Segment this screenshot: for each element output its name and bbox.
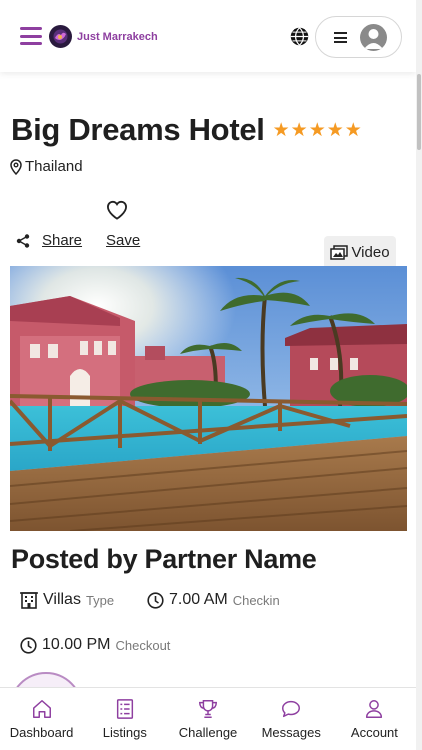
checkout-value: 10.00 PM <box>42 636 111 653</box>
star-icon: ★ <box>272 119 290 141</box>
home-icon <box>32 700 51 718</box>
type-info: Villas Type <box>20 591 114 609</box>
nav-account[interactable]: Account <box>333 688 416 750</box>
share-label: Share <box>42 232 83 249</box>
location-text: Thailand <box>25 158 83 175</box>
chat-icon <box>282 700 301 718</box>
checkin-info: 7.00 AM Checkin <box>147 591 280 609</box>
logo[interactable]: Just Marrakech <box>49 25 158 48</box>
globe-icon[interactable] <box>289 26 310 47</box>
building-icon <box>20 592 38 609</box>
clock-icon <box>147 591 164 609</box>
star-icon: ★ <box>308 119 326 141</box>
nav-label: Messages <box>261 725 321 740</box>
type-value: Villas <box>43 591 81 608</box>
checkout-info: 10.00 PM Checkout <box>20 636 170 654</box>
nav-label: Dashboard <box>9 725 74 740</box>
app-header: Just Marrakech <box>0 0 416 72</box>
nav-dashboard[interactable]: Dashboard <box>0 688 83 750</box>
star-icon: ★ <box>290 119 308 141</box>
scrollbar[interactable] <box>416 0 422 750</box>
star-icon: ★ <box>344 119 362 141</box>
nav-label: Listings <box>102 725 147 740</box>
logo-text: Just Marrakech <box>77 30 158 43</box>
checkin-value: 7.00 AM <box>169 591 228 608</box>
video-label: Video <box>351 244 390 261</box>
user-icon <box>366 700 383 718</box>
logo-mark-icon <box>49 25 72 48</box>
nav-listings[interactable]: Listings <box>83 688 166 750</box>
title-row: Big Dreams Hotel ★ ★ ★ ★ ★ <box>11 112 363 148</box>
type-label: Type <box>85 592 115 608</box>
nav-challenge[interactable]: Challenge <box>166 688 249 750</box>
checkin-label: Checkin <box>232 592 280 608</box>
save-button[interactable]: Save <box>106 232 140 249</box>
location: Thailand <box>10 158 83 175</box>
video-gallery-icon <box>330 245 349 260</box>
share-button[interactable]: Share <box>16 232 82 249</box>
page-title: Big Dreams Hotel <box>11 112 265 147</box>
trophy-icon <box>199 700 217 718</box>
scrollbar-thumb[interactable] <box>417 74 421 150</box>
hamburger-icon[interactable] <box>20 27 42 45</box>
share-icon <box>16 233 30 248</box>
posted-by-heading: Posted by Partner Name <box>11 544 317 574</box>
menu-icon <box>334 32 347 43</box>
nav-label: Challenge <box>178 725 238 740</box>
nav-label: Account <box>350 725 398 740</box>
bottom-nav: Dashboard Listings Challenge Messages Ac… <box>0 687 416 750</box>
nav-messages[interactable]: Messages <box>250 688 333 750</box>
video-button[interactable]: Video <box>324 236 396 269</box>
user-avatar-icon <box>360 24 387 51</box>
clock-icon <box>20 636 37 654</box>
list-icon <box>116 699 133 719</box>
map-pin-icon <box>10 158 22 175</box>
heart-icon[interactable] <box>106 200 128 220</box>
star-rating: ★ ★ ★ ★ ★ <box>273 121 363 140</box>
checkout-label: Checkout <box>115 637 171 653</box>
hotel-photo[interactable] <box>10 266 407 531</box>
account-menu-button[interactable] <box>315 16 402 58</box>
star-icon: ★ <box>326 119 344 141</box>
